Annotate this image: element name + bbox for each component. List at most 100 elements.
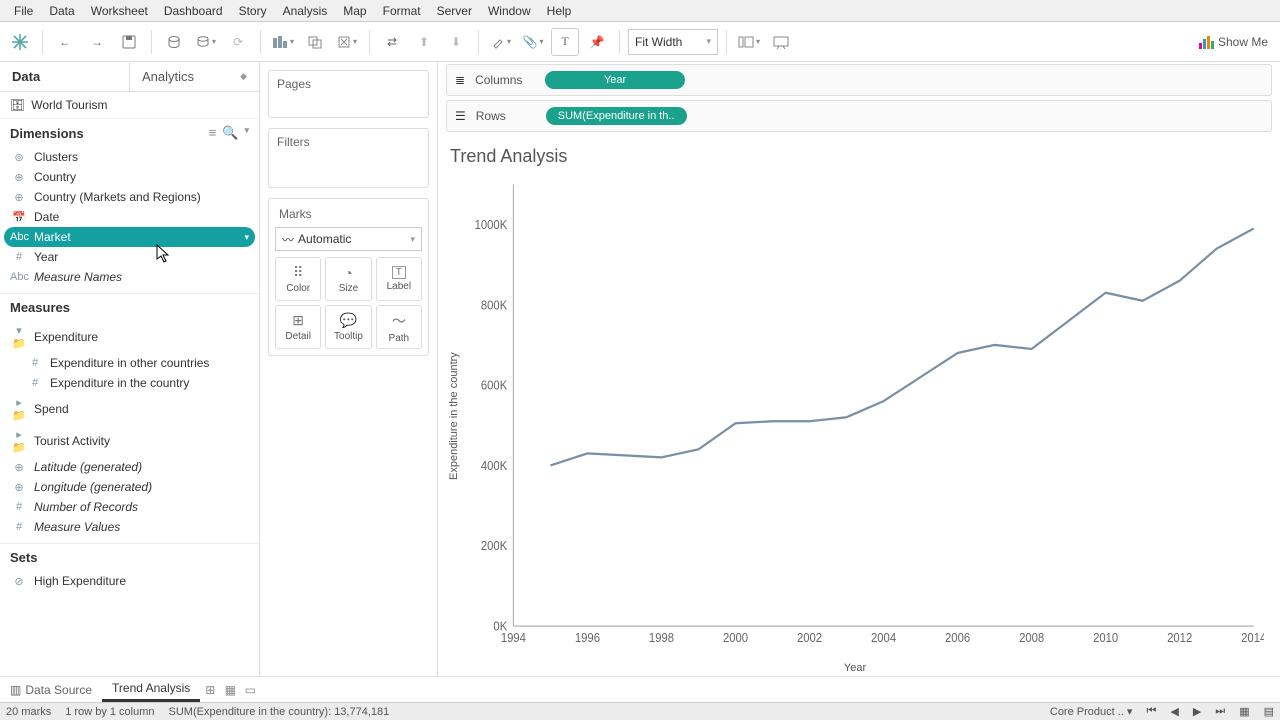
rows-pill[interactable]: SUM(Expenditure in th.. xyxy=(546,107,687,125)
dimension-country-markets-and-regions-[interactable]: ⊕Country (Markets and Regions) xyxy=(4,187,255,207)
menu-analysis[interactable]: Analysis xyxy=(275,2,336,20)
measure-measure-values[interactable]: #Measure Values xyxy=(4,517,255,537)
dimension-market[interactable]: AbcMarket▾ xyxy=(4,227,255,247)
menu-data[interactable]: Data xyxy=(41,2,82,20)
analytics-tab[interactable]: Analytics◆ xyxy=(129,62,259,91)
refresh-button[interactable]: ⟳ xyxy=(224,28,252,56)
group-button[interactable]: 📎 xyxy=(519,28,547,56)
measures-header: Measures xyxy=(0,293,259,321)
columns-shelf[interactable]: ≣ Columns Year xyxy=(446,64,1272,96)
new-sheet-button[interactable]: ⊞ xyxy=(200,683,220,697)
svg-text:1996: 1996 xyxy=(575,630,600,645)
logo-icon[interactable] xyxy=(6,28,34,56)
menu-dashboard[interactable]: Dashboard xyxy=(156,2,231,20)
measure-latitude-generated-[interactable]: ⊕Latitude (generated) xyxy=(4,457,255,477)
dimensions-header: Dimensions ≡ 🔍 ▾ xyxy=(0,118,259,147)
status-product[interactable]: Core Product .. ▾ xyxy=(1050,705,1133,718)
size-button[interactable]: ◔Size xyxy=(325,257,371,301)
dimension-year[interactable]: #Year xyxy=(4,247,255,267)
forward-button[interactable]: → xyxy=(83,28,111,56)
presentation-button[interactable] xyxy=(767,28,795,56)
columns-pill[interactable]: Year xyxy=(545,71,685,89)
field-type-icon: # xyxy=(26,357,44,369)
view-filmstrip-icon[interactable]: ▤ xyxy=(1264,705,1274,718)
back-button[interactable]: ← xyxy=(51,28,79,56)
worksheet-area: ≣ Columns Year ☰ Rows SUM(Expenditure in… xyxy=(438,62,1280,676)
nav-next-icon[interactable]: ▶ xyxy=(1193,705,1201,718)
measure-expenditure-in-the-country[interactable]: #Expenditure in the country xyxy=(4,373,255,393)
menu-file[interactable]: File xyxy=(6,2,41,20)
tooltip-icon: 💬 xyxy=(340,312,357,329)
field-type-icon: ⊘ xyxy=(10,575,28,588)
field-type-icon: ⊕ xyxy=(10,481,28,494)
swap-button[interactable]: ⇄ xyxy=(378,28,406,56)
clear-button[interactable] xyxy=(333,28,361,56)
nav-last-icon[interactable]: ⏭ xyxy=(1215,705,1225,718)
measure-expenditure-in-other-countries[interactable]: #Expenditure in other countries xyxy=(4,353,255,373)
save-button[interactable] xyxy=(115,28,143,56)
label-button-mark[interactable]: TLabel xyxy=(376,257,422,301)
rows-shelf[interactable]: ☰ Rows SUM(Expenditure in th.. xyxy=(446,100,1272,132)
pause-updates-button[interactable] xyxy=(192,28,220,56)
view-list-icon[interactable]: ≡ xyxy=(209,125,217,141)
search-icon[interactable]: 🔍 xyxy=(222,125,238,141)
measure-tourist-activity[interactable]: ▸ 📁Tourist Activity xyxy=(4,425,255,457)
datasource-tab-icon: ▥ xyxy=(10,683,21,697)
measure-spend[interactable]: ▸ 📁Spend xyxy=(4,393,255,425)
show-me-button[interactable]: Show Me xyxy=(1192,34,1274,50)
filters-shelf[interactable]: Filters xyxy=(268,128,429,188)
nav-first-icon[interactable]: ⏮ xyxy=(1146,705,1156,718)
sort-asc-button[interactable]: ⬆ xyxy=(410,28,438,56)
path-button[interactable]: 〜Path xyxy=(376,305,422,349)
field-type-icon: # xyxy=(10,501,28,513)
y-axis-title: Expenditure in the country xyxy=(446,173,462,660)
measure-expenditure[interactable]: ▾ 📁Expenditure xyxy=(4,321,255,353)
sheet-title[interactable]: Trend Analysis xyxy=(446,142,1264,173)
tooltip-button[interactable]: 💬Tooltip xyxy=(325,305,371,349)
menu-window[interactable]: Window xyxy=(480,2,539,20)
menu-story[interactable]: Story xyxy=(231,2,275,20)
menu-bar: File Data Worksheet Dashboard Story Anal… xyxy=(0,0,1280,22)
data-source-tab[interactable]: ▥Data Source xyxy=(0,677,102,702)
chart-canvas[interactable]: 0K200K400K600K800K1000K19941996199820002… xyxy=(462,173,1264,660)
show-cards-button[interactable] xyxy=(735,28,763,56)
sets-header: Sets xyxy=(0,543,259,571)
duplicate-button[interactable] xyxy=(301,28,329,56)
menu-caret-icon[interactable]: ▾ xyxy=(244,125,249,141)
fit-selector[interactable]: Fit Width▾ xyxy=(628,29,718,55)
dimension-country[interactable]: ⊕Country xyxy=(4,167,255,187)
new-dashboard-button[interactable]: ▦ xyxy=(220,683,240,697)
sheet-tab[interactable]: Trend Analysis xyxy=(102,677,200,702)
field-type-icon: # xyxy=(10,251,28,263)
pin-button[interactable]: 📌 xyxy=(583,28,611,56)
set-high-expenditure[interactable]: ⊘High Expenditure xyxy=(4,571,255,591)
view-tabs-icon[interactable]: ▦ xyxy=(1239,705,1249,718)
highlight-button[interactable] xyxy=(487,28,515,56)
measure-number-of-records[interactable]: #Number of Records xyxy=(4,497,255,517)
sort-desc-button[interactable]: ⬇ xyxy=(442,28,470,56)
new-datasource-button[interactable] xyxy=(160,28,188,56)
mark-type-select[interactable]: 〰Automatic ▾ xyxy=(275,227,422,251)
nav-prev-icon[interactable]: ◀ xyxy=(1170,705,1178,718)
detail-button[interactable]: ⊞Detail xyxy=(275,305,321,349)
measure-longitude-generated-[interactable]: ⊕Longitude (generated) xyxy=(4,477,255,497)
new-worksheet-button[interactable] xyxy=(269,28,297,56)
detail-icon: ⊞ xyxy=(292,312,304,329)
label-button[interactable]: T xyxy=(551,28,579,56)
menu-server[interactable]: Server xyxy=(429,2,480,20)
svg-text:1994: 1994 xyxy=(501,630,526,645)
pages-shelf[interactable]: Pages xyxy=(268,70,429,118)
menu-help[interactable]: Help xyxy=(539,2,580,20)
dimension-measure-names[interactable]: AbcMeasure Names xyxy=(4,267,255,287)
dimension-clusters[interactable]: ⊚Clusters xyxy=(4,147,255,167)
field-type-icon: ▸ 📁 xyxy=(10,396,28,422)
new-story-button[interactable]: ▭ xyxy=(240,683,260,697)
data-tab[interactable]: Data xyxy=(0,62,129,91)
menu-format[interactable]: Format xyxy=(375,2,429,20)
color-button[interactable]: ⠿Color xyxy=(275,257,321,301)
toolbar: ← → ⟳ ⇄ ⬆ ⬇ 📎 T 📌 Fit Width▾ Show Me xyxy=(0,22,1280,62)
menu-map[interactable]: Map xyxy=(335,2,374,20)
datasource-item[interactable]: 🗄 World Tourism xyxy=(0,92,259,118)
dimension-date[interactable]: 📅Date xyxy=(4,207,255,227)
menu-worksheet[interactable]: Worksheet xyxy=(83,2,156,20)
